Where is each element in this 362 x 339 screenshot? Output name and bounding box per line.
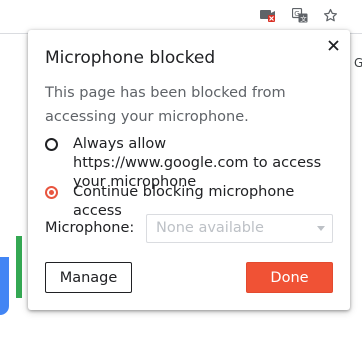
microphone-select[interactable]: None available [146, 214, 333, 243]
chevron-down-icon [317, 226, 325, 231]
svg-text:文: 文 [300, 14, 307, 23]
translate-icon[interactable]: G 文 [291, 6, 309, 24]
close-button[interactable] [325, 37, 341, 53]
browser-viewport: G 文 G Microphone blocked This page has b… [0, 0, 362, 339]
google-logo-fragment-green [16, 236, 22, 298]
browser-toolbar: G 文 [0, 0, 362, 34]
microphone-select-value: None available [156, 220, 264, 236]
popup-description: This page has been blocked from accessin… [45, 85, 286, 125]
microphone-permission-popup: Microphone blocked This page has been bl… [28, 30, 350, 310]
camera-blocked-icon[interactable] [259, 6, 277, 24]
radio-button-unselected[interactable] [45, 138, 58, 151]
google-logo-fragment-blue [0, 257, 9, 315]
manage-button[interactable]: Manage [45, 262, 132, 293]
popup-title: Microphone blocked [45, 48, 216, 68]
star-icon[interactable] [321, 6, 339, 24]
radio-button-selected[interactable] [45, 186, 58, 199]
done-button[interactable]: Done [246, 262, 333, 293]
page-peek-text: G [354, 56, 362, 70]
microphone-label: Microphone: [45, 220, 135, 236]
close-icon [327, 39, 339, 51]
